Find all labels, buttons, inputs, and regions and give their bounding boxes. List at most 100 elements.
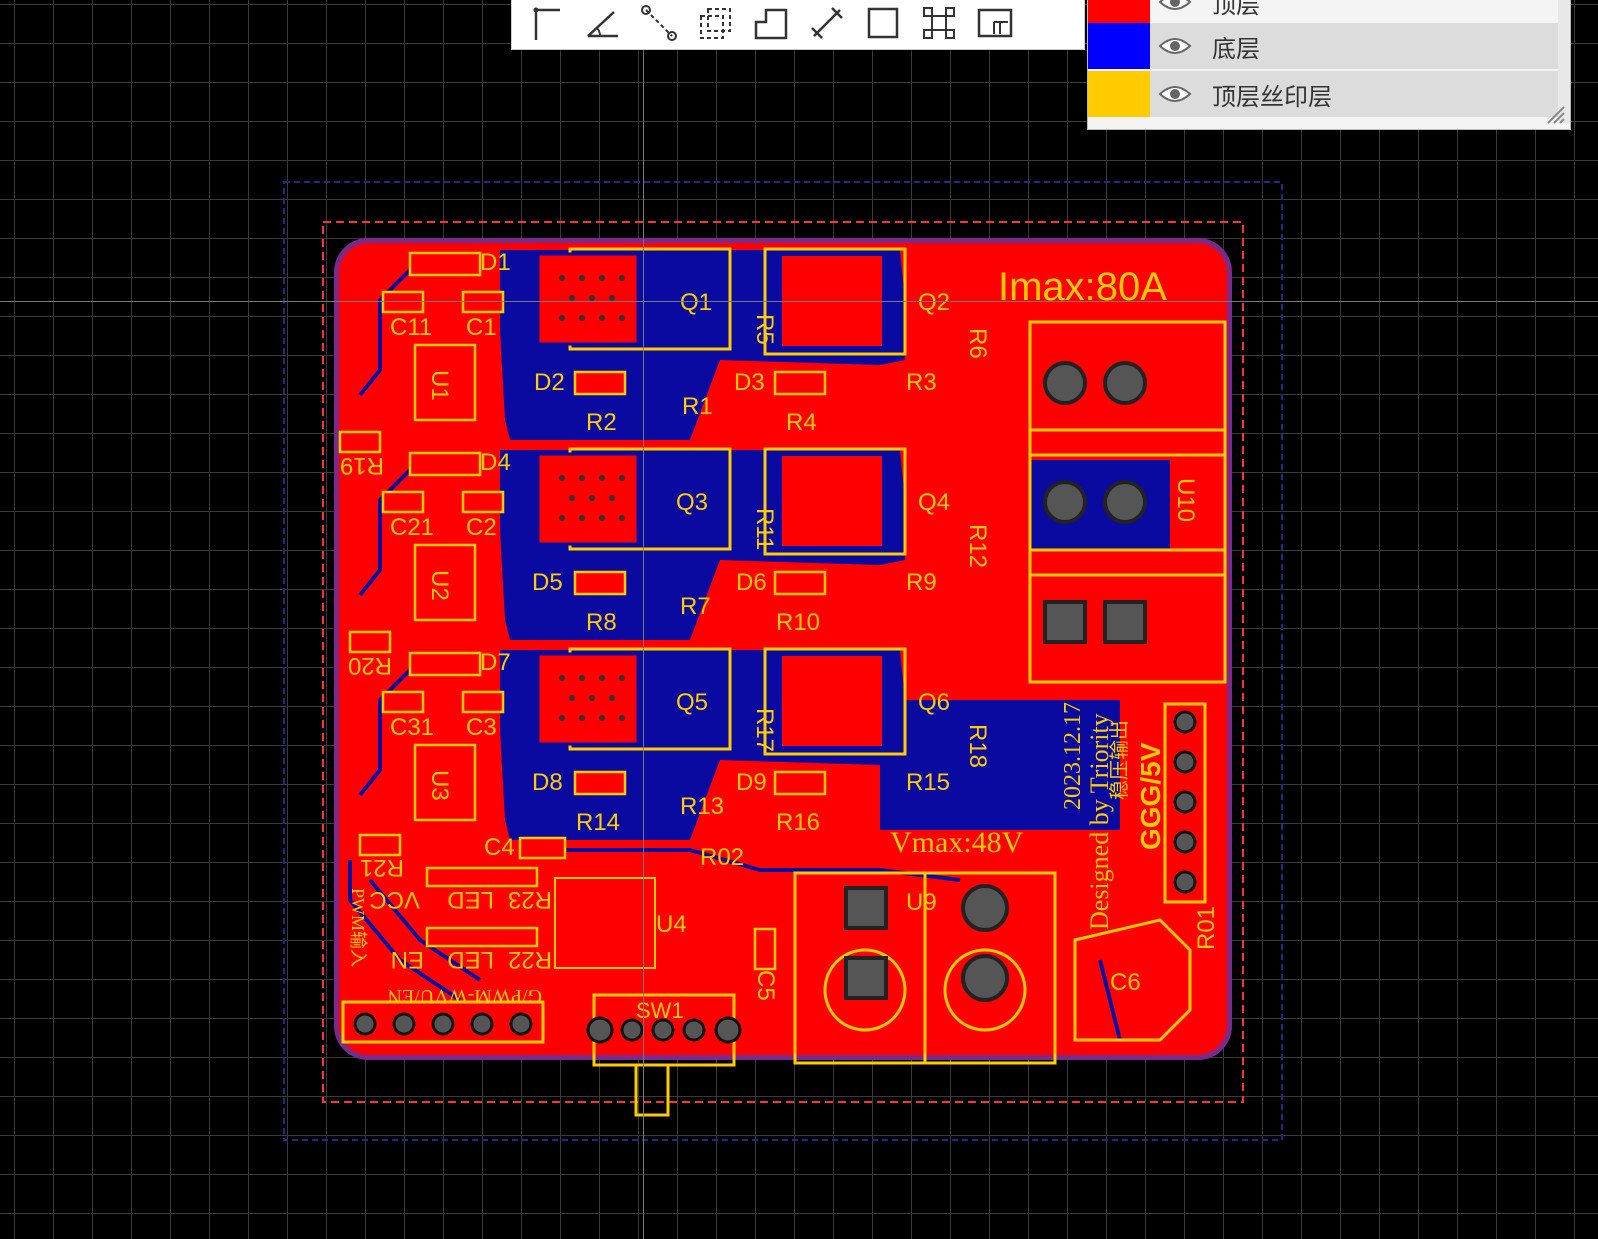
title-imax: Imax:80A bbox=[998, 265, 1167, 309]
ref-Q2: Q2 bbox=[918, 289, 950, 316]
ref-R18: R18 bbox=[964, 724, 991, 768]
ref-Q5: Q5 bbox=[676, 689, 708, 716]
ref-U10: U10 bbox=[1172, 478, 1199, 522]
vmax-label: Vmax:48V bbox=[890, 826, 1024, 859]
ref-R15: R15 bbox=[906, 769, 950, 796]
node-tool-icon bbox=[641, 5, 677, 41]
rectangle-tool-button[interactable] bbox=[864, 4, 902, 42]
ref-R14: R14 bbox=[576, 809, 620, 836]
ref-U4: U4 bbox=[656, 911, 687, 938]
dashed-rect-tool-icon bbox=[700, 8, 731, 39]
resize-grip-icon[interactable] bbox=[1542, 101, 1566, 125]
align-tool-button[interactable] bbox=[920, 4, 958, 42]
ref-R19: R19 bbox=[340, 452, 384, 479]
ref-D7: D7 bbox=[480, 649, 511, 676]
polyline-tool-button[interactable] bbox=[528, 4, 566, 42]
ref-R11: R11 bbox=[751, 508, 778, 550]
layer-row-top[interactable]: 顶层 bbox=[1088, 0, 1558, 25]
ref-R01: R01 bbox=[1193, 906, 1220, 950]
ref-C11: C11 bbox=[390, 314, 432, 341]
dimension-tool-icon bbox=[811, 7, 843, 39]
ref-R16: R16 bbox=[776, 809, 820, 836]
ref-R10: R10 bbox=[776, 609, 820, 636]
ref-R6: R6 bbox=[964, 328, 991, 359]
layer-swatch-top bbox=[1088, 0, 1150, 25]
step-tool-button[interactable] bbox=[752, 4, 790, 42]
ref-D1: D1 bbox=[480, 249, 511, 276]
ref-U1: U1 bbox=[426, 370, 453, 401]
label-led-1: LED bbox=[447, 886, 494, 913]
layer-swatch-bottom bbox=[1088, 23, 1150, 69]
layer-swatch-top-silk bbox=[1088, 71, 1150, 117]
dashed-rect-tool-button[interactable] bbox=[696, 4, 734, 42]
ref-R8: R8 bbox=[586, 609, 617, 636]
label-led-2: LED bbox=[447, 946, 494, 973]
ref-D6: D6 bbox=[736, 569, 767, 596]
ref-R17: R17 bbox=[751, 708, 778, 752]
ref-Q4: Q4 bbox=[918, 489, 950, 516]
layer-row-top-silk[interactable]: 顶层丝印层 bbox=[1088, 71, 1558, 117]
ref-R22: R22 bbox=[508, 946, 552, 973]
step-tool-icon bbox=[754, 8, 788, 40]
drawing-toolbar bbox=[511, 0, 1085, 50]
polyline-tool-icon bbox=[533, 7, 560, 40]
ref-D3: D3 bbox=[734, 369, 765, 396]
ref-Q1: Q1 bbox=[680, 289, 712, 316]
align-tool-icon bbox=[923, 7, 955, 39]
ref-D9: D9 bbox=[736, 769, 767, 796]
ref-C6: C6 bbox=[1110, 969, 1141, 996]
layer-row-bottom[interactable]: 底层 bbox=[1088, 23, 1558, 69]
eye-icon[interactable] bbox=[1150, 84, 1200, 104]
ref-C5: C5 bbox=[752, 970, 779, 1001]
ref-C21: C21 bbox=[390, 514, 434, 541]
crosshair-horizontal bbox=[0, 301, 1598, 302]
node-tool-button[interactable] bbox=[640, 4, 678, 42]
ref-R4: R4 bbox=[786, 409, 817, 436]
ref-D5: D5 bbox=[532, 569, 563, 596]
layer-name-top-silk: 顶层丝印层 bbox=[1212, 83, 1332, 111]
ref-R9: R9 bbox=[906, 569, 937, 596]
pcb-canvas[interactable]: Imax:80A D1 D4 D7 C11 C1 C21 C2 C31 C3 Q… bbox=[0, 0, 1598, 1239]
ref-D2: D2 bbox=[534, 369, 565, 396]
ref-C31: C31 bbox=[390, 714, 434, 741]
ref-R7: R7 bbox=[680, 593, 711, 620]
ref-U3: U3 bbox=[426, 770, 453, 801]
ref-R1: R1 bbox=[682, 393, 713, 420]
label-gnd-5v: GGG/5V bbox=[1135, 742, 1166, 850]
layers-panel: 顶层 底层 顶层丝印层 bbox=[1087, 0, 1571, 130]
ref-D4: D4 bbox=[480, 449, 511, 476]
label-pwm-input: PWM输入 bbox=[348, 888, 368, 967]
ref-C3: C3 bbox=[466, 714, 497, 741]
layer-name-bottom: 底层 bbox=[1212, 35, 1260, 63]
label-pwm-pins: G/PWM-WVU/EN bbox=[388, 985, 542, 1007]
label-regulated: 稳压输出 bbox=[1108, 720, 1131, 800]
angle-tool-icon bbox=[587, 11, 618, 38]
ref-Q6: Q6 bbox=[918, 689, 950, 716]
ref-D8: D8 bbox=[532, 769, 563, 796]
ref-U2: U2 bbox=[426, 570, 453, 601]
label-date: 2023.12.17 bbox=[1060, 702, 1086, 810]
ref-R12: R12 bbox=[964, 524, 991, 568]
angle-tool-button[interactable] bbox=[584, 4, 622, 42]
label-vcc: VCC bbox=[369, 886, 420, 913]
ref-C2: C2 bbox=[466, 514, 497, 541]
copper-area-tool-button[interactable] bbox=[976, 4, 1014, 42]
ref-U9: U9 bbox=[906, 889, 937, 916]
copper-area-tool-icon bbox=[977, 8, 1013, 38]
ref-R13: R13 bbox=[680, 793, 724, 820]
ref-R5: R5 bbox=[751, 314, 778, 345]
ref-R21: R21 bbox=[360, 854, 404, 881]
ref-R2: R2 bbox=[586, 409, 617, 436]
rectangle-tool-icon bbox=[867, 7, 899, 39]
eye-icon[interactable] bbox=[1150, 0, 1200, 12]
eye-icon[interactable] bbox=[1150, 36, 1200, 56]
ref-R20: R20 bbox=[348, 652, 392, 679]
ref-R3: R3 bbox=[906, 369, 937, 396]
ref-Q3: Q3 bbox=[676, 489, 708, 516]
ref-R23: R23 bbox=[508, 886, 552, 913]
label-en: EN bbox=[391, 946, 424, 973]
ref-C4: C4 bbox=[484, 834, 515, 861]
dimension-tool-button[interactable] bbox=[808, 4, 846, 42]
crosshair-vertical bbox=[643, 0, 644, 1239]
layer-name-top: 顶层 bbox=[1212, 0, 1260, 19]
